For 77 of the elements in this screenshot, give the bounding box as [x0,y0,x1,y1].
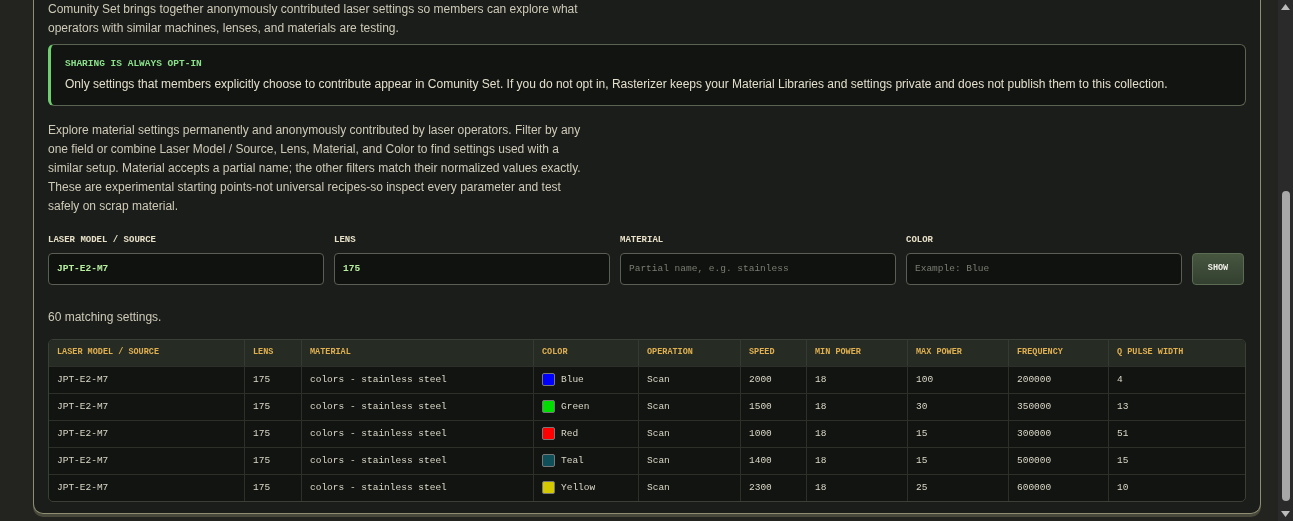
table-cell: 10 [1117,480,1129,495]
table-cell: 15 [916,453,928,468]
column-header: MIN POWER [807,339,908,366]
column-header: FREQUENCY [1009,339,1109,366]
table-cell: Teal [561,453,584,468]
table-cell: 350000 [1017,399,1052,414]
filter-label: MATERIAL [620,234,665,248]
table-cell: 18 [815,372,827,387]
table-cell: 1400 [749,453,772,468]
table-cell: JPT-E2-M7 [57,426,109,441]
table-cell: Scan [647,426,670,441]
column-header: OPERATION [639,339,741,366]
filter-label: COLOR [906,234,934,248]
table-cell: Scan [647,453,670,468]
table-cell: 51 [1117,426,1129,441]
table-cell: 4 [1117,372,1123,387]
table-cell: 2000 [749,372,772,387]
table-cell: Scan [647,399,670,414]
table-cell: Yellow [561,480,596,495]
result-count: 60 matching settings. [48,308,162,326]
intro-text: Comunity Set brings together anonymously contributed laser settings so members can explore what operators with similar machines, lenses, and materials are testing. [48,1,579,37]
table-cell: Green [561,399,590,414]
table-cell: JPT-E2-M7 [57,372,109,387]
table-cell: 175 [253,426,271,441]
table-cell: 2300 [749,480,772,495]
scroll-up-icon[interactable] [1281,4,1290,10]
table-cell: 30 [916,399,928,414]
table-cell: 18 [815,453,827,468]
table-cell: Scan [647,372,670,387]
column-header: SPEED [741,339,807,366]
table-cell: colors - stainless steel [310,426,447,441]
table-cell: 13 [1117,399,1129,414]
table-cell: 1500 [749,399,772,414]
table-cell: Scan [647,480,670,495]
table-cell: colors - stainless steel [310,399,447,414]
column-header: LENS [245,339,302,366]
table-cell: 25 [916,480,928,495]
table-cell: 100 [916,372,934,387]
column-header: LASER MODEL / SOURCE [49,339,245,366]
table-cell: JPT-E2-M7 [57,399,109,414]
column-header: Q PULSE WIDTH [1116,346,1185,360]
table-cell: JPT-E2-M7 [57,453,109,468]
column-header: MAX POWER [908,339,1009,366]
filter-field[interactable]: Partial name, e.g. stainless [620,252,896,285]
table-cell: 15 [916,426,928,441]
table-cell: colors - stainless steel [310,453,447,468]
table-cell: 300000 [1017,426,1052,441]
table-cell: 18 [815,480,827,495]
table-cell: JPT-E2-M7 [57,480,109,495]
table-cell: 18 [815,426,827,441]
callout-text: Only settings that members explicitly choose to contribute appear in Comunity Set. If you do not opt in, Rasterizer keeps your Material Libraries and settings private and does not publish them to this collection. [65,76,1169,94]
filter-field[interactable]: JPT-E2-M7 [48,252,324,285]
table-cell: colors - stainless steel [310,480,447,495]
table-cell: 175 [253,399,271,414]
table-cell: 1000 [749,426,772,441]
table-cell: Blue [561,372,584,387]
table-cell: 200000 [1017,372,1052,387]
filter-label: LENS [334,234,357,248]
show-button[interactable]: SHOW [1192,252,1244,285]
scroll-down-icon[interactable] [1281,511,1290,517]
table-cell: 175 [253,480,271,495]
table-cell: 175 [253,372,271,387]
scrollbar-thumb[interactable] [1281,190,1290,501]
table-cell: 15 [1117,453,1129,468]
table-cell: 175 [253,453,271,468]
column-header: MATERIAL [302,339,534,366]
table-cell: 500000 [1017,453,1052,468]
filter-field[interactable]: 175 [334,252,610,285]
column-header: COLOR [534,339,639,366]
table-cell: 600000 [1017,480,1052,495]
description-text: Explore material settings permanently and anonymously contributed by laser operators. Filter by any one field or combine Laser Model / Source, Lens, Material, and Color to find settings used with a similar setup. Material accepts a partial name; the other filters match their normalized values exactly. These are experimental starting points-not universal recipes-so inspect every parameter and test safely on scrap material. [48,122,582,216]
table-cell: colors - stainless steel [310,372,447,387]
table-cell: 18 [815,399,827,414]
filter-field[interactable]: Example: Blue [906,252,1182,285]
callout-title: SHARING IS ALWAYS OPT-IN [65,57,203,71]
filter-label: LASER MODEL / SOURCE [48,234,158,248]
table-cell: Red [561,426,579,441]
